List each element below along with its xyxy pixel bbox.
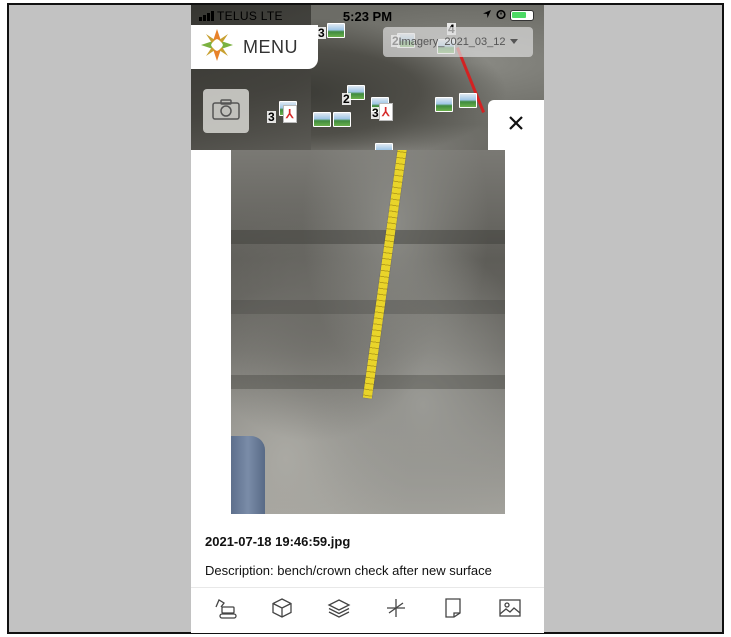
photo-marker[interactable] xyxy=(313,112,331,127)
photo-marker[interactable] xyxy=(333,112,351,127)
bottom-toolbar xyxy=(191,587,544,633)
app-logo-icon xyxy=(199,27,235,68)
layers-tool-button[interactable] xyxy=(319,591,359,631)
status-bar: TELUS LTE 5:23 PM xyxy=(191,5,544,27)
status-indicators xyxy=(482,9,534,22)
close-icon xyxy=(508,115,524,136)
photo-marker[interactable] xyxy=(459,93,477,108)
camera-icon xyxy=(211,97,241,126)
photo-detail-panel: 2021-07-18 19:46:59.jpg Description: ben… xyxy=(191,150,544,633)
soil-photo[interactable] xyxy=(231,150,505,514)
marker-count-badge: 2 xyxy=(342,92,351,106)
soil-layer xyxy=(231,230,505,244)
caret-down-icon xyxy=(509,36,518,48)
note-tool-button[interactable] xyxy=(433,591,473,631)
menu-label: MENU xyxy=(243,36,298,57)
layers-icon xyxy=(327,598,351,623)
box-3d-icon xyxy=(271,597,293,624)
soil-layer xyxy=(231,300,505,314)
note-icon xyxy=(444,597,462,624)
pdf-marker[interactable] xyxy=(283,105,297,123)
photo-marker[interactable] xyxy=(435,97,453,112)
photo-description: Description: bench/crown check after new… xyxy=(205,563,492,578)
imagery-layer-select[interactable]: Imagery_2021_03_12 xyxy=(383,27,533,57)
measure-icon xyxy=(385,597,407,624)
phone-screen: 3 2 3 3 2 4 Imagery_2021_03_12 xyxy=(191,5,544,633)
boot xyxy=(231,436,265,514)
close-button[interactable] xyxy=(488,100,544,150)
excavator-tool-button[interactable] xyxy=(205,591,245,631)
excavator-icon xyxy=(213,597,238,624)
photo-filename: 2021-07-18 19:46:59.jpg xyxy=(205,534,351,549)
3d-tool-button[interactable] xyxy=(262,591,302,631)
battery-charging-icon xyxy=(510,10,534,21)
marker-count-badge: 3 xyxy=(267,110,276,124)
image-tool-button[interactable] xyxy=(490,591,530,631)
measure-tool-button[interactable] xyxy=(376,591,416,631)
measuring-tape xyxy=(362,150,408,399)
marker-count-badge: 3 xyxy=(317,26,326,40)
image-icon xyxy=(498,598,522,623)
pdf-marker[interactable] xyxy=(379,103,393,121)
alarm-icon xyxy=(496,9,506,22)
camera-button[interactable] xyxy=(203,89,249,133)
menu-button[interactable]: MENU xyxy=(191,25,318,69)
location-arrow-icon xyxy=(482,9,492,22)
imagery-layer-label: Imagery_2021_03_12 xyxy=(398,36,506,48)
